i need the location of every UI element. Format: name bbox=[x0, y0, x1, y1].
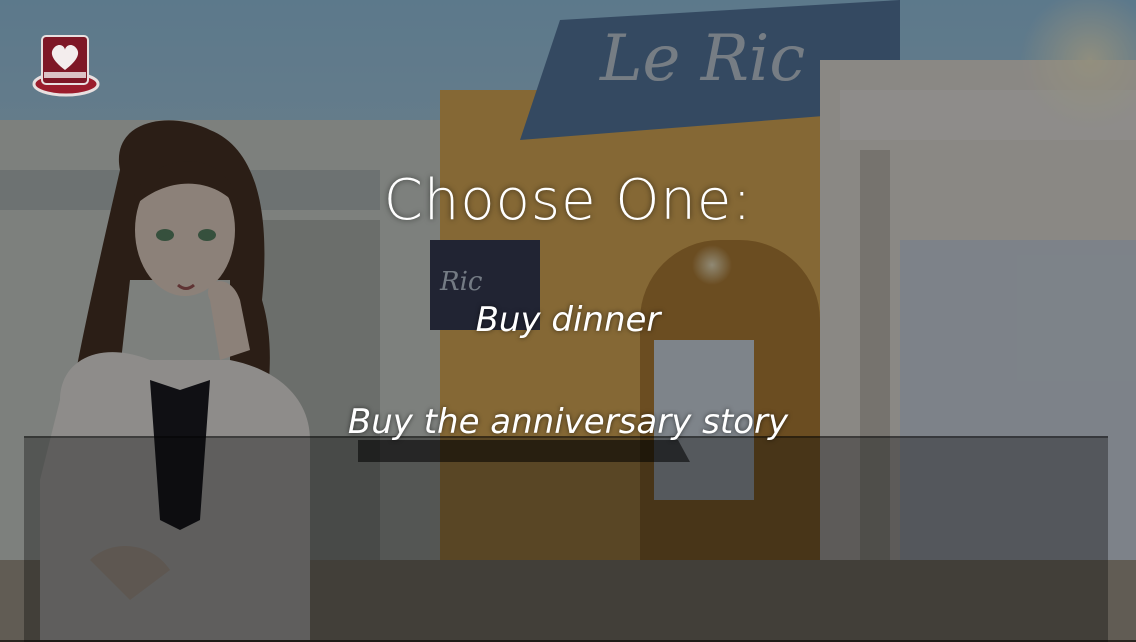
choice-prompt-title: Choose One: bbox=[383, 168, 753, 233]
choice-buy-dinner[interactable]: Buy dinner bbox=[0, 300, 1136, 340]
heart-tophat-icon[interactable] bbox=[26, 28, 100, 98]
speaker-name-tab bbox=[358, 440, 690, 462]
dialogue-box bbox=[24, 436, 1108, 642]
choice-buy-anniversary-story[interactable]: Buy the anniversary story bbox=[0, 402, 1136, 442]
